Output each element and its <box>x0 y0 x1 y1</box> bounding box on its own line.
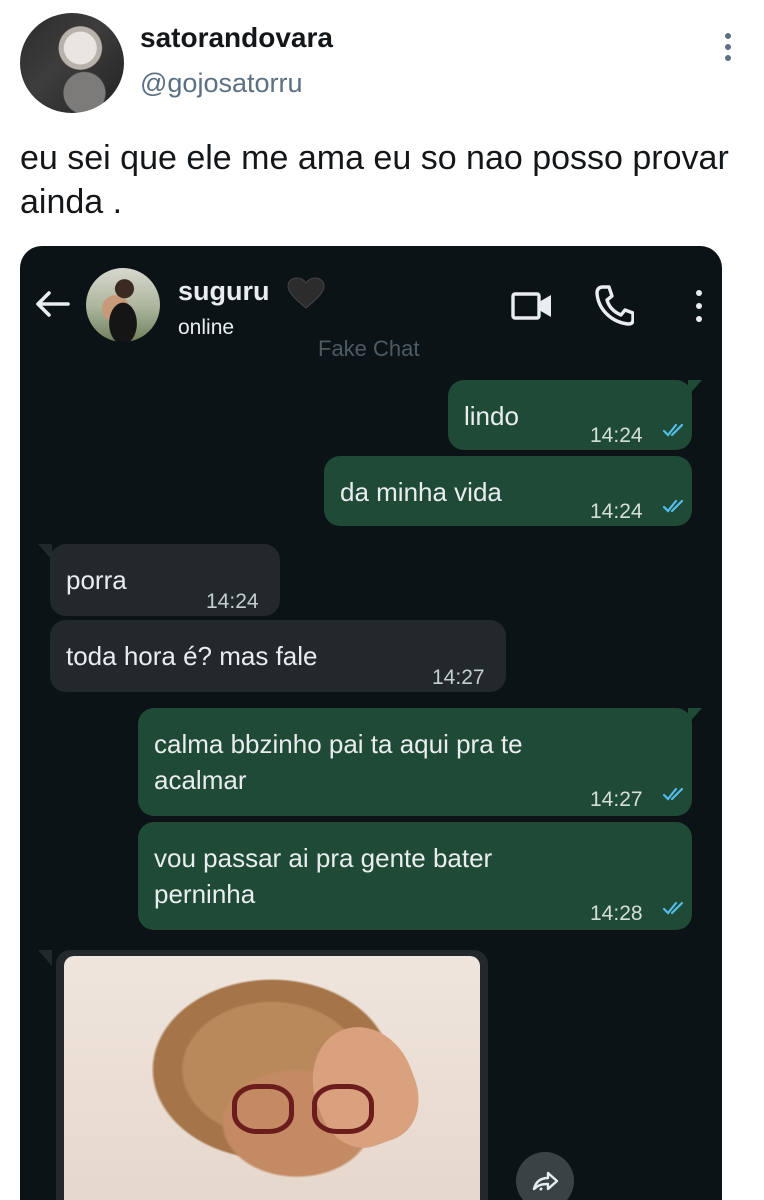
message-time: 14:28 <box>590 902 643 925</box>
video-call-icon <box>511 292 551 320</box>
contact-status: online <box>178 316 235 339</box>
black-heart-icon <box>287 277 325 309</box>
outgoing-message: da minha vida 14:24 <box>324 456 692 526</box>
tweet-author-avatar[interactable] <box>20 13 124 113</box>
message-text: porra <box>66 565 127 595</box>
tweet-author-handle[interactable]: @gojosatorru <box>140 68 303 99</box>
message-time: 14:24 <box>590 500 643 523</box>
back-arrow-icon <box>36 291 70 317</box>
double-check-icon <box>662 499 684 513</box>
message-time: 14:27 <box>432 666 485 689</box>
message-text: calma bbzinho pai ta aqui pra te acalmar <box>154 729 523 795</box>
message-text: lindo <box>464 401 519 431</box>
shared-photo <box>64 956 480 1200</box>
message-text: vou passar ai pra gente bater perninha <box>154 843 493 909</box>
watermark: Fake Chat <box>318 336 420 361</box>
message-text: toda hora é? mas fale <box>66 641 318 671</box>
contact-name: suguru <box>178 276 270 306</box>
double-check-icon <box>662 901 684 915</box>
forward-icon <box>516 1152 574 1200</box>
message-time: 14:24 <box>590 424 643 447</box>
message-time: 14:24 <box>206 590 259 613</box>
outgoing-message: lindo 14:24 <box>448 380 692 450</box>
chat-more-options-icon <box>694 290 704 322</box>
incoming-message: toda hora é? mas fale 14:27 <box>50 620 506 692</box>
outgoing-message: calma bbzinho pai ta aqui pra te acalmar… <box>138 708 692 816</box>
tweet-text: eu sei que ele me ama eu so nao posso pr… <box>20 139 729 221</box>
double-check-icon <box>662 423 684 437</box>
phone-icon <box>595 285 634 326</box>
tweet-more-options-icon[interactable] <box>722 33 734 61</box>
message-time: 14:27 <box>590 788 643 811</box>
contact-avatar <box>86 268 160 342</box>
chat-screenshot[interactable]: suguru online Fake Chat lindo 14:24 da m… <box>20 246 722 1200</box>
incoming-message: porra 14:24 <box>50 544 280 616</box>
double-check-icon <box>662 787 684 801</box>
message-text: da minha vida <box>340 477 502 507</box>
tweet-author-name[interactable]: satorandovara <box>140 22 333 54</box>
outgoing-message: vou passar ai pra gente bater perninha 1… <box>138 822 692 930</box>
